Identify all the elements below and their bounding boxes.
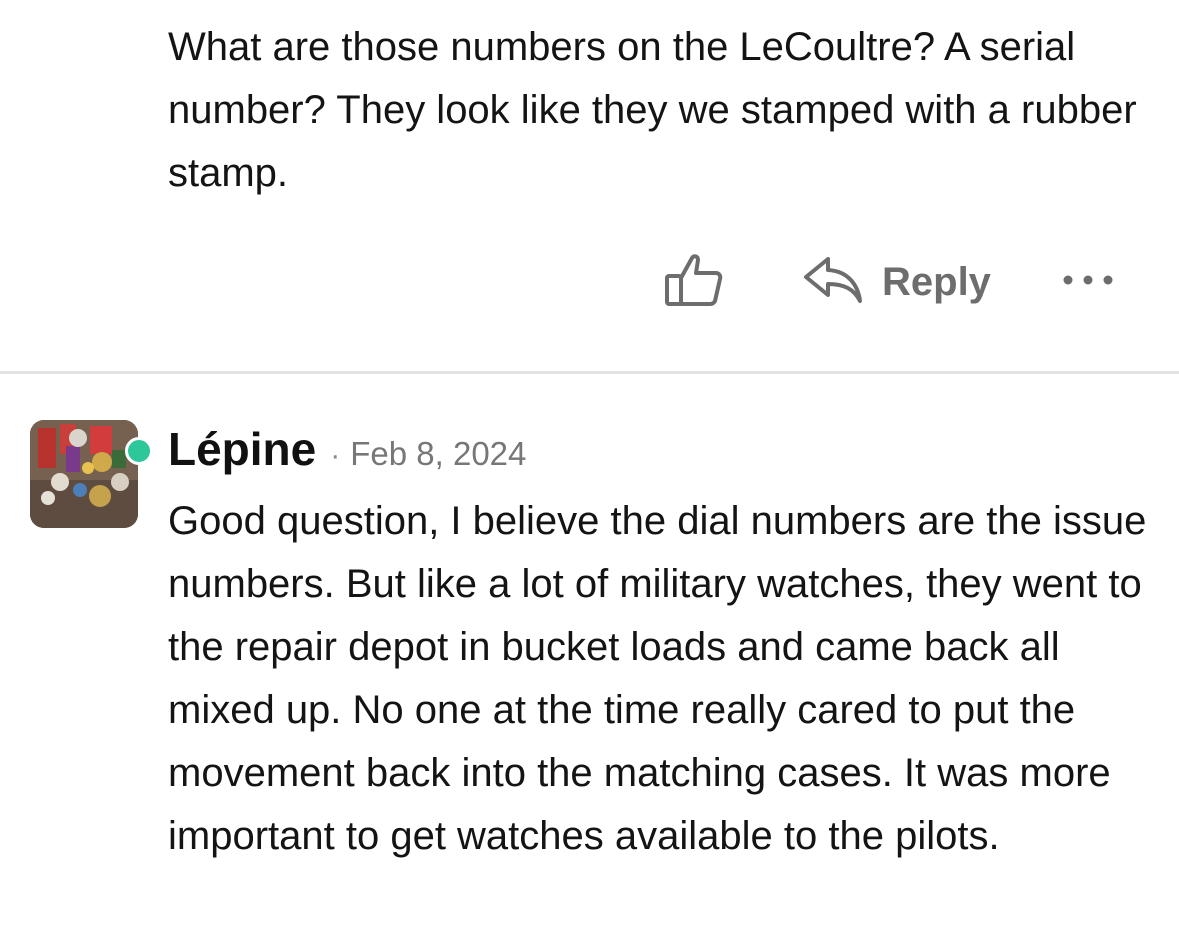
comment-header: Lépine · Feb 8, 2024 [168, 422, 526, 488]
avatar[interactable] [30, 420, 138, 528]
ellipsis-icon [1062, 273, 1114, 291]
online-status-indicator [125, 437, 153, 465]
author-name[interactable]: Lépine [168, 422, 316, 476]
comment-date: Feb 8, 2024 [350, 435, 527, 472]
more-options-button[interactable] [1058, 248, 1118, 316]
reply-arrow-icon [802, 255, 864, 310]
thumbs-up-icon [664, 252, 724, 313]
comment-divider [0, 371, 1179, 374]
comment-thread: What are those numbers on the LeCoultre?… [0, 0, 1179, 945]
comment-text: Good question, I believe the dial number… [168, 499, 1147, 858]
comment-actions: Reply [0, 248, 1179, 320]
meta-separator: · [330, 439, 341, 472]
previous-comment-text: What are those numbers on the LeCoultre?… [168, 25, 1137, 195]
like-button[interactable] [660, 248, 728, 316]
avatar-image [30, 420, 138, 528]
reply-label: Reply [882, 259, 991, 304]
reply-button[interactable]: Reply [802, 248, 991, 316]
